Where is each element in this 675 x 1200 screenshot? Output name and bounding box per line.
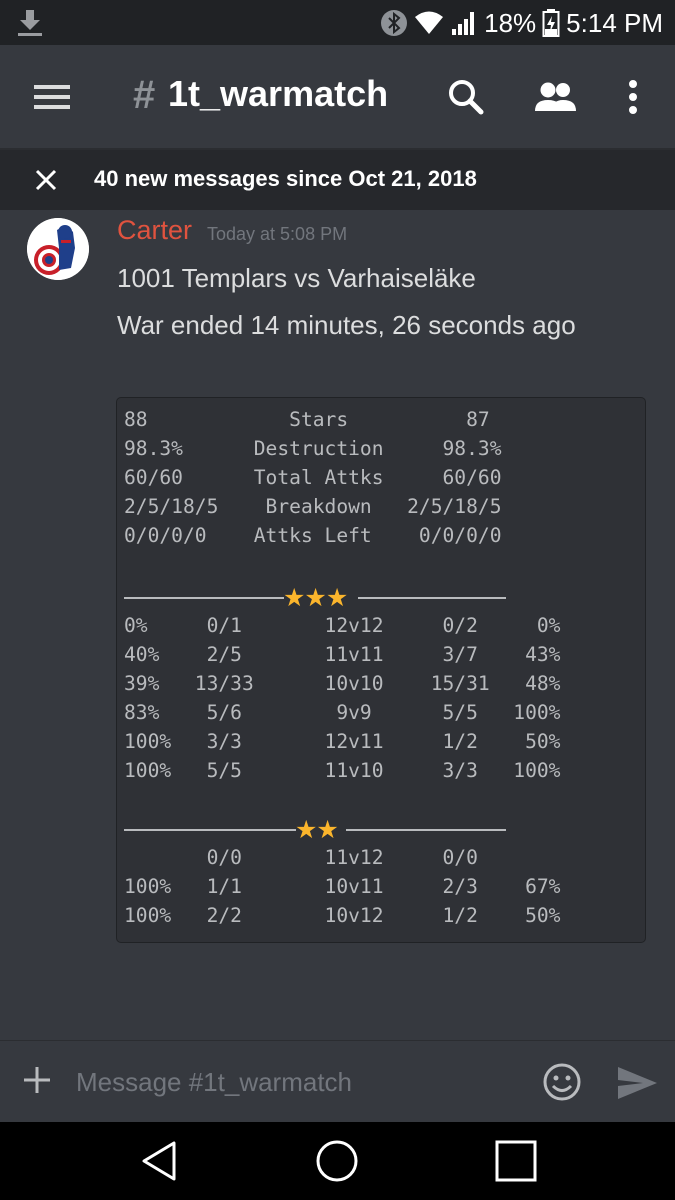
message-title: 1001 Templars vs Varhaiseläke (117, 263, 476, 293)
status-indicators: 18% 5:14 PM (380, 6, 663, 40)
captain-america-avatar-icon (27, 218, 89, 280)
three-star-label: ★★★ (283, 583, 348, 612)
war-summary: 88 Stars 87 98.3% Destruction 98.3% 60/6… (124, 408, 502, 547)
two-star-table: 0/0 11v12 0/0 100% 1/1 10v11 2/3 67% 100… (124, 846, 561, 927)
recents-icon[interactable] (492, 1137, 540, 1185)
bluetooth-icon (381, 10, 408, 36)
menu-icon[interactable] (30, 79, 74, 115)
navigation-bar (0, 1122, 675, 1200)
message-timestamp: Today at 5:08 PM (207, 224, 348, 244)
message-composer (0, 1040, 675, 1122)
two-star-label: ★★ (295, 815, 339, 844)
close-icon[interactable] (32, 166, 60, 194)
three-star-table: 0% 0/1 12v12 0/2 0% 40% 2/5 11v11 3/7 43… (124, 614, 561, 782)
plus-icon[interactable] (22, 1065, 52, 1095)
clock: 5:14 PM (566, 7, 663, 38)
battery-percent: 18% (484, 7, 537, 38)
download-icon (18, 10, 42, 36)
more-vert-icon[interactable] (614, 75, 652, 119)
message-subtitle: War ended 14 minutes, 26 seconds ago (117, 310, 576, 340)
avatar[interactable] (27, 218, 89, 280)
status-bar: 18% 5:14 PM (0, 0, 675, 45)
wifi-icon (415, 11, 444, 34)
two-star-separator: ★★ (124, 815, 506, 845)
members-icon[interactable] (532, 75, 580, 119)
signal-icon (452, 12, 475, 35)
message-input[interactable] (76, 1061, 516, 1103)
search-icon[interactable] (444, 75, 488, 119)
back-icon[interactable] (136, 1137, 184, 1185)
battery-icon (542, 9, 560, 37)
home-icon[interactable] (313, 1137, 361, 1185)
app-bar: # 1t_warmatch (0, 45, 675, 150)
three-star-separator: ★★★ (124, 583, 506, 613)
send-icon[interactable] (615, 1063, 659, 1103)
new-messages-bar[interactable]: 40 new messages since Oct 21, 2018 (0, 150, 675, 210)
channel-hash: # (133, 73, 156, 117)
emoji-icon[interactable] (542, 1062, 582, 1102)
message-author[interactable]: Carter (117, 215, 192, 246)
channel-title[interactable]: 1t_warmatch (168, 73, 388, 115)
new-messages-text: 40 new messages since Oct 21, 2018 (94, 166, 477, 191)
